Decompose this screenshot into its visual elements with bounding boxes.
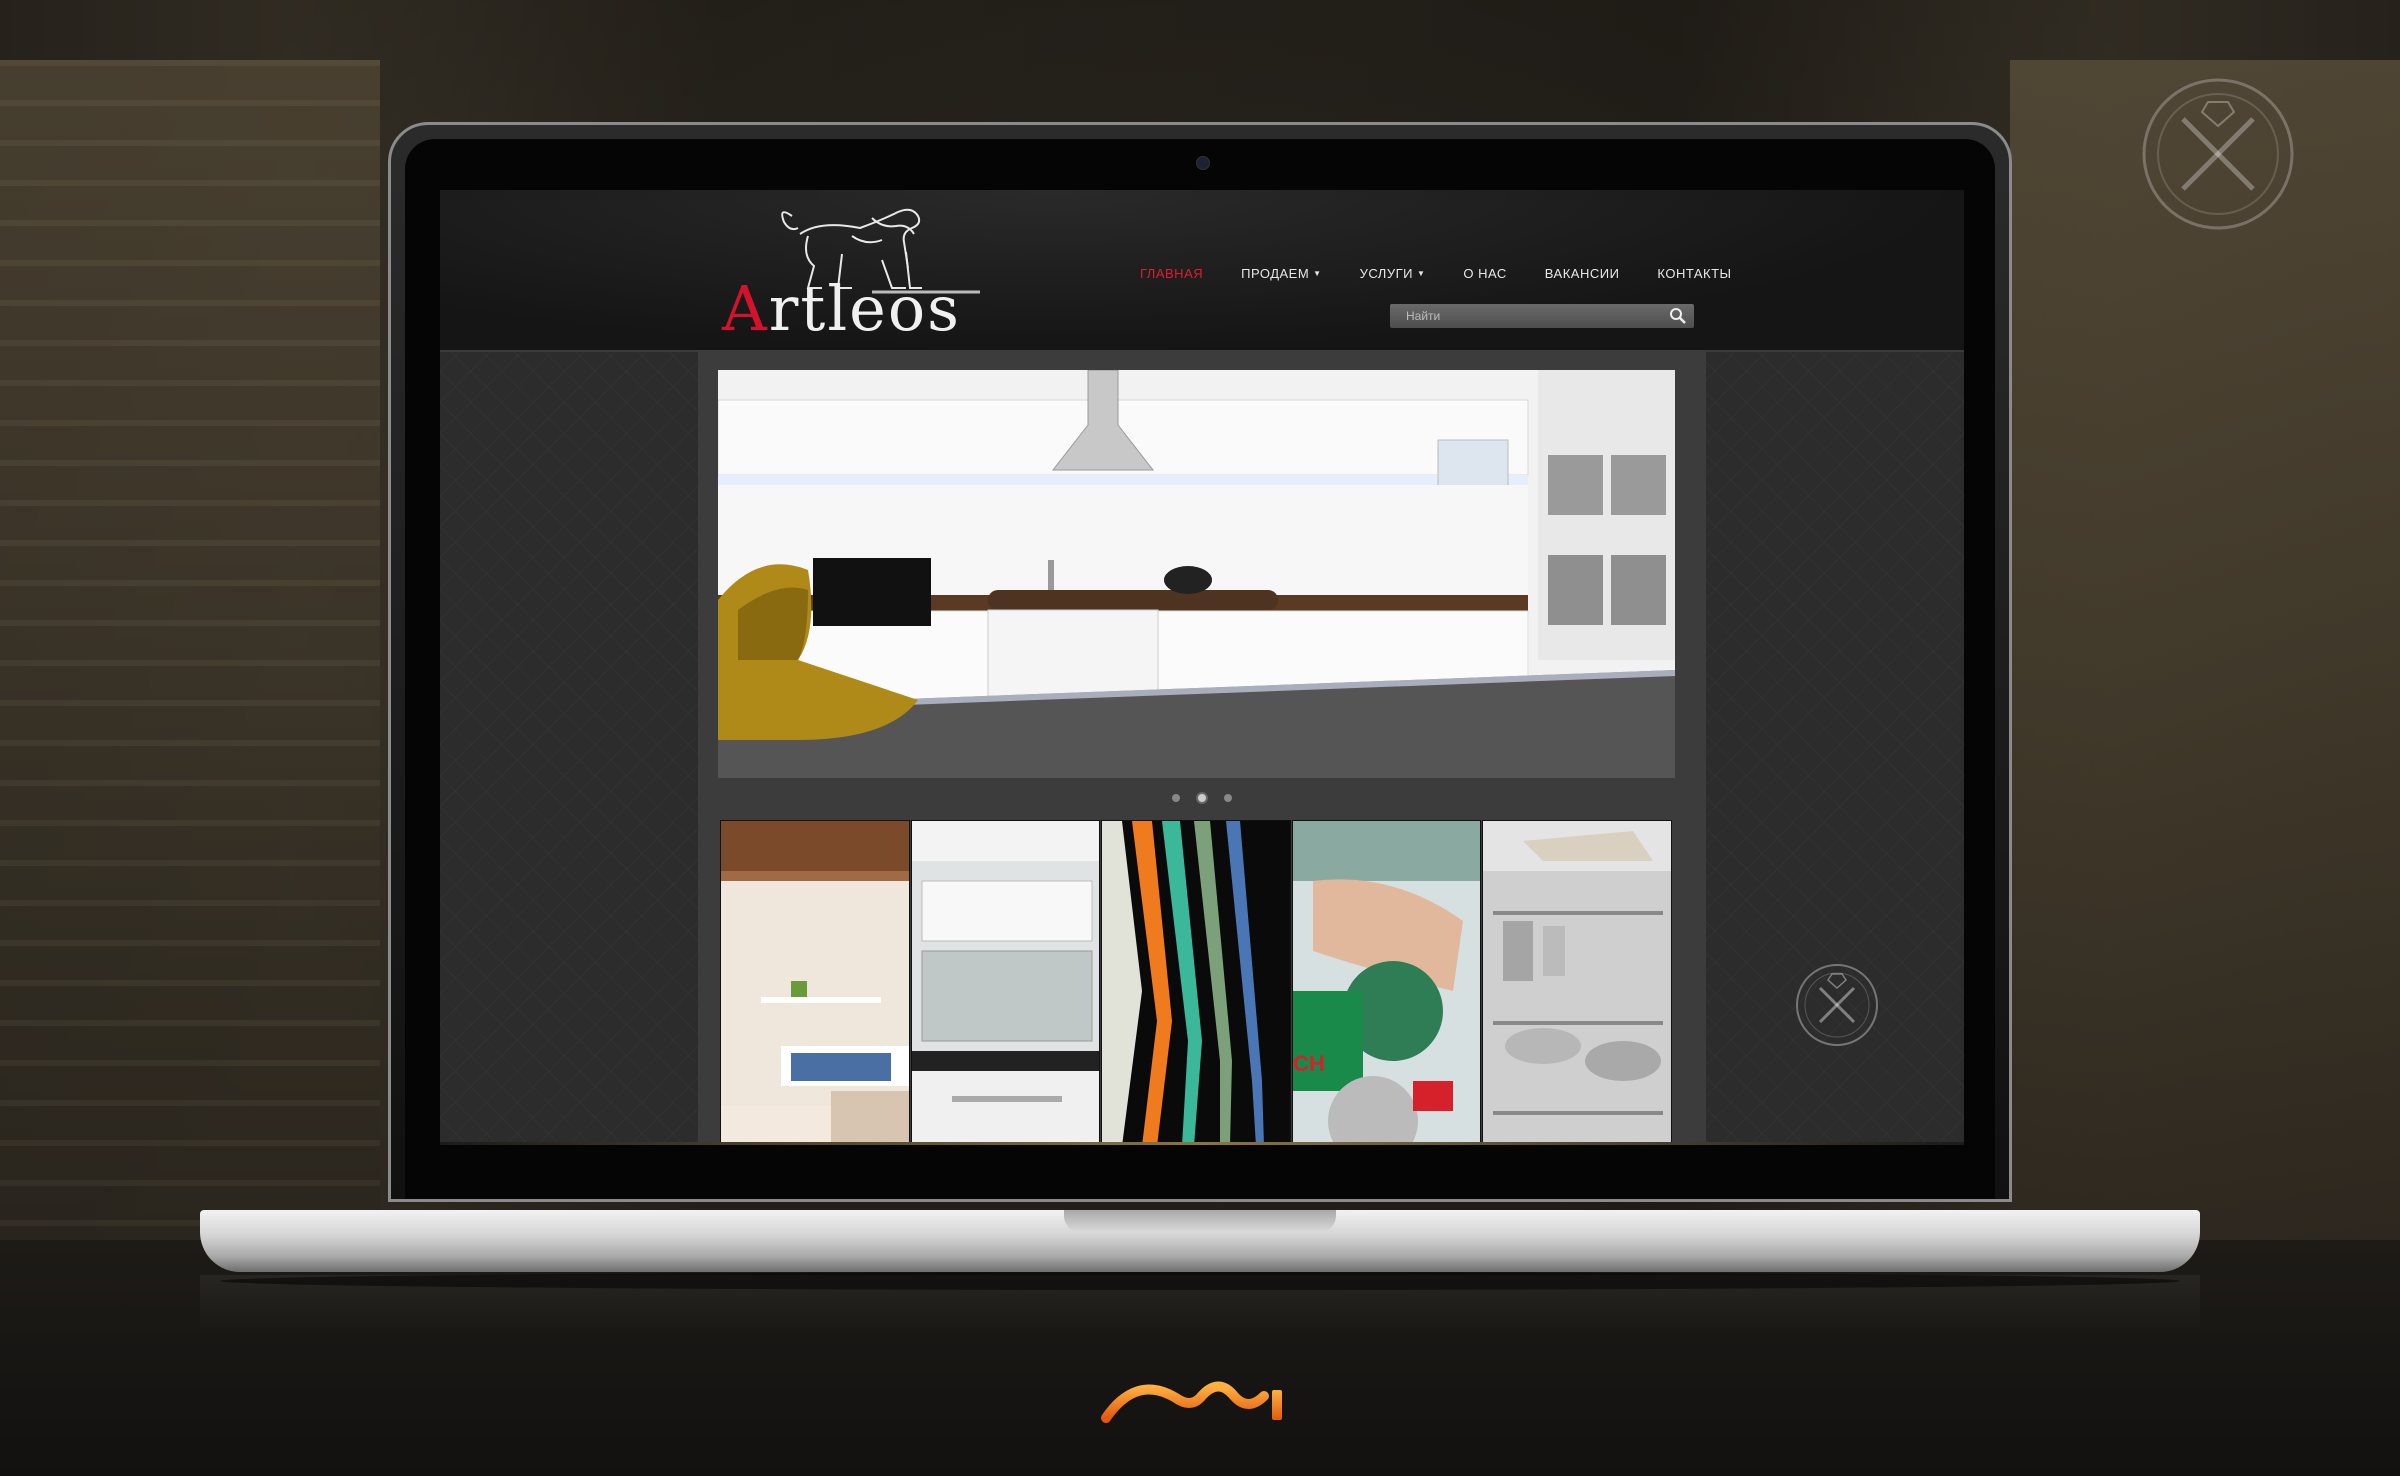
backdrop-left-cabinets bbox=[0, 60, 380, 1260]
main-navigation: ГЛАВНАЯ ПРОДАЕМ ▼ УСЛУГИ ▼ О НАС ВАКАНСИИ … bbox=[1140, 266, 1732, 288]
tile-kitchen-cabinets[interactable] bbox=[910, 820, 1101, 1145]
nav-item-vacancies[interactable]: ВАКАНСИИ bbox=[1545, 266, 1620, 288]
search-icon[interactable] bbox=[1668, 306, 1688, 326]
camera-icon bbox=[1196, 156, 1210, 170]
footer-divider bbox=[440, 1142, 1964, 1145]
laptop-notch bbox=[1064, 1210, 1336, 1232]
diamond-badge-icon bbox=[1796, 964, 1878, 1046]
slider-dot-1[interactable] bbox=[1172, 794, 1180, 802]
backdrop-right-cabinets bbox=[2010, 60, 2400, 1260]
main-content: CH bbox=[698, 350, 1706, 1145]
slider-dot-3[interactable] bbox=[1224, 794, 1232, 802]
chevron-down-icon: ▼ bbox=[1313, 269, 1322, 278]
tile-interior-shelves[interactable] bbox=[720, 820, 910, 1145]
logo-letter-a: A bbox=[722, 272, 769, 345]
site-header: Artleos ГЛАВНАЯ ПРОДАЕМ ▼ УСЛУГИ ▼ О НАС В… bbox=[440, 190, 1964, 352]
tile-color-panels[interactable] bbox=[1101, 820, 1291, 1145]
laptop-screen: Artleos ГЛАВНАЯ ПРОДАЕМ ▼ УСЛУГИ ▼ О НАС В… bbox=[440, 190, 1964, 1145]
tile-kitchen-storage[interactable] bbox=[1482, 820, 1672, 1145]
nav-item-home[interactable]: ГЛАВНАЯ bbox=[1140, 266, 1203, 288]
nav-item-services[interactable]: УСЛУГИ ▼ bbox=[1360, 266, 1426, 288]
chevron-down-icon: ▼ bbox=[1416, 269, 1426, 278]
nav-item-about[interactable]: О НАС bbox=[1463, 266, 1506, 288]
kitchen-photo bbox=[718, 370, 1675, 778]
nav-item-contacts[interactable]: КОНТАКТЫ bbox=[1657, 266, 1731, 288]
tile-power-tool[interactable]: CH bbox=[1291, 820, 1482, 1145]
search-bar bbox=[1390, 304, 1694, 328]
logo-wordmark[interactable]: Artleos bbox=[722, 278, 961, 340]
search-input[interactable] bbox=[1390, 304, 1660, 328]
logo-letters-rest: rtleos bbox=[768, 272, 961, 345]
laptop-shadow bbox=[220, 1272, 2180, 1290]
corner-watermark-icon bbox=[2142, 78, 2294, 230]
slider-dot-2[interactable] bbox=[1196, 792, 1208, 804]
brand-wave-logo-icon bbox=[1101, 1381, 1282, 1423]
nav-item-sell[interactable]: ПРОДАЕМ ▼ bbox=[1241, 266, 1321, 288]
hero-slider-image[interactable] bbox=[718, 370, 1675, 778]
slider-pagination bbox=[698, 790, 1706, 806]
category-tiles: CH bbox=[720, 820, 1673, 1145]
svg-text:CH: CH bbox=[1293, 1051, 1325, 1076]
